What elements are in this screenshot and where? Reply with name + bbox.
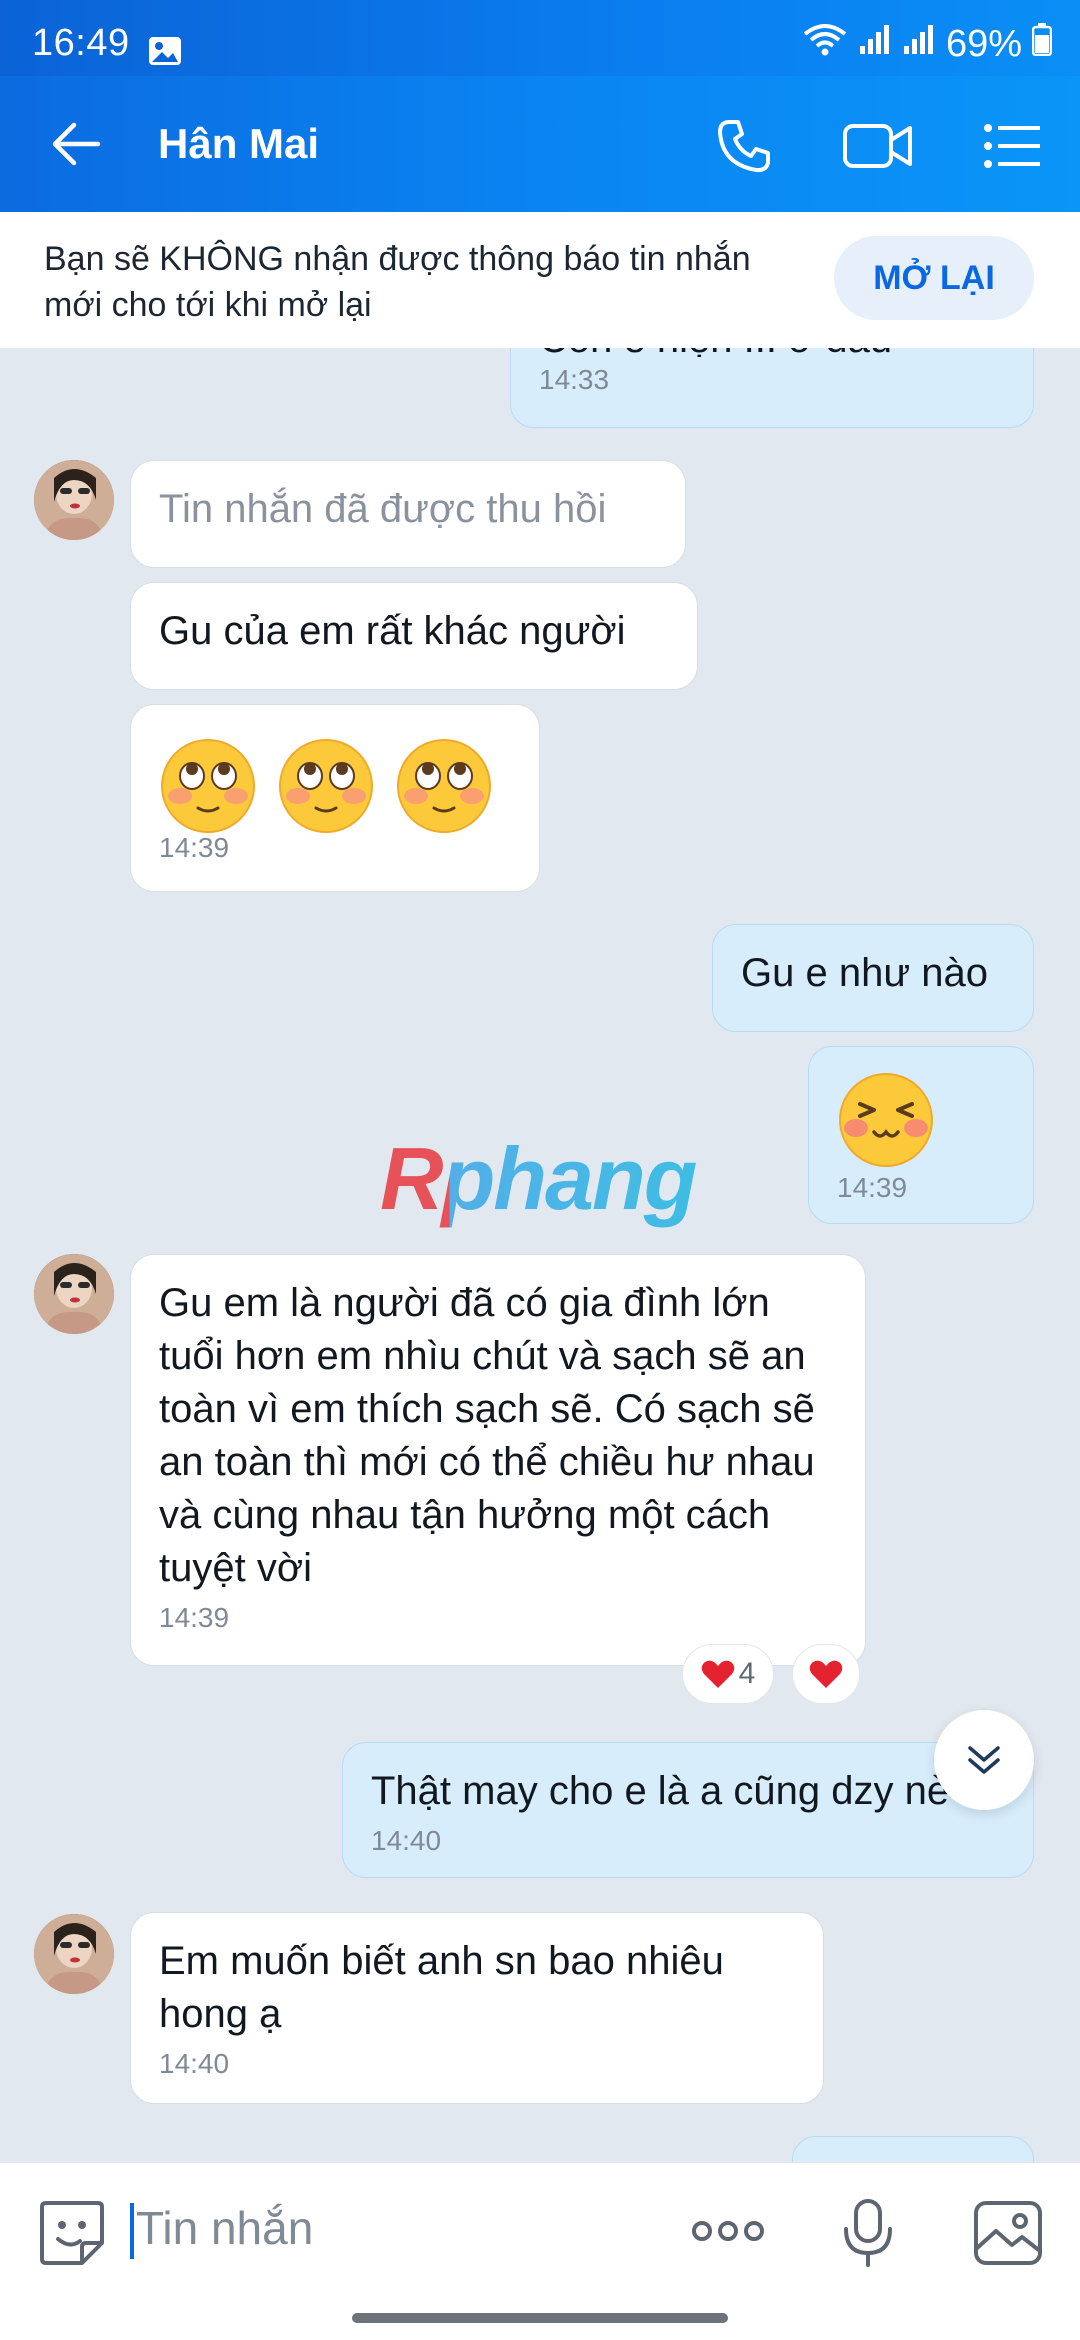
recalled-message-text: Tin nhắn đã được thu hồi <box>159 487 607 531</box>
double-chevron-down-icon <box>968 1746 1000 1774</box>
reaction-summary[interactable]: 4 <box>682 1644 774 1704</box>
message-text: Gu em là người đã có gia đình lớn tuổi h… <box>159 1281 815 1590</box>
more-dots-icon[interactable] <box>690 2215 766 2252</box>
reaction-count: 4 <box>738 1657 756 1690</box>
message-bubble-in[interactable]: Em muốn biết anh sn bao nhiêu hong ạ 14:… <box>130 1912 824 2104</box>
message-input[interactable]: Tin nhắn <box>136 2201 313 2255</box>
message-bubble-out[interactable] <box>792 2136 1034 2162</box>
react-heart-button[interactable] <box>792 1644 860 1704</box>
message-bubble-in[interactable]: Gu em là người đã có gia đình lớn tuổi h… <box>130 1254 866 1666</box>
chat-header: Hân Mai <box>0 76 1080 212</box>
watermark-logo: Rphang <box>380 1129 698 1228</box>
message-text: Em muốn biết anh sn bao nhiêu hong ạ <box>159 1939 724 2036</box>
heart-icon <box>701 1660 734 1688</box>
sticker-icon[interactable] <box>36 2197 108 2274</box>
message-time: 14:40 <box>371 1825 442 1856</box>
message-bubble-out[interactable]: Thật may cho e là a cũng dzy nè 14:40 <box>342 1742 1034 1878</box>
message-time: 14:39 <box>159 1602 230 1633</box>
message-text: Còn e hiện ... ở đâu <box>539 348 1005 357</box>
message-bubble-out[interactable]: Gu e như nào <box>712 924 1034 1032</box>
video-call-icon[interactable] <box>842 116 914 181</box>
text-cursor <box>130 2203 134 2259</box>
message-bubble-out[interactable]: Còn e hiện ... ở đâu 14:33 <box>510 348 1034 428</box>
rolling-eyes-emoji <box>394 736 494 841</box>
menu-list-icon[interactable] <box>982 116 1042 181</box>
grinning-squint-emoji <box>836 1070 936 1175</box>
heart-icon <box>809 1660 843 1688</box>
message-text: Gu e như nào <box>741 951 988 995</box>
message-bubble-in[interactable]: Tin nhắn đã được thu hồi <box>130 460 686 568</box>
message-time: 14:40 <box>159 2048 230 2079</box>
status-bar: 16:49 69% <box>0 0 1080 76</box>
signal-icon <box>902 22 936 66</box>
wifi-icon <box>802 22 848 66</box>
signal-icon <box>858 22 892 66</box>
home-indicator[interactable] <box>352 2313 728 2323</box>
battery-icon <box>1031 22 1053 66</box>
message-text: Thật may cho e là a cũng dzy nè <box>371 1769 950 1813</box>
back-arrow-icon[interactable] <box>50 118 102 175</box>
gallery-icon <box>148 33 182 76</box>
scroll-to-bottom-button[interactable] <box>934 1710 1034 1810</box>
message-text: Gu của em rất khác người <box>159 609 626 653</box>
microphone-icon[interactable] <box>842 2197 894 2274</box>
contact-name[interactable]: Hân Mai <box>158 120 319 168</box>
rolling-eyes-emoji <box>276 736 376 841</box>
phone-icon[interactable] <box>714 116 774 181</box>
muted-notice-text: Bạn sẽ KHÔNG nhận được thông báo tin nhắ… <box>44 240 751 324</box>
reopen-notifications-button[interactable]: MỞ LẠI <box>834 236 1034 320</box>
chat-messages[interactable]: Còn e hiện ... ở đâu 14:33 Tin nhắn đã đ… <box>0 348 1080 2162</box>
message-time: 14:33 <box>539 364 610 395</box>
battery-percent: 69% <box>945 22 1022 65</box>
contact-avatar[interactable] <box>34 1914 114 1994</box>
rolling-eyes-emoji <box>158 736 258 841</box>
contact-avatar[interactable] <box>34 460 114 540</box>
muted-notice-bar: Bạn sẽ KHÔNG nhận được thông báo tin nhắ… <box>0 212 1080 348</box>
message-bubble-in[interactable]: Gu của em rất khác người <box>130 582 698 690</box>
contact-avatar[interactable] <box>34 1254 114 1334</box>
image-icon[interactable] <box>972 2197 1044 2274</box>
message-time: 14:39 <box>837 1172 908 1203</box>
status-time: 16:49 <box>32 22 130 64</box>
